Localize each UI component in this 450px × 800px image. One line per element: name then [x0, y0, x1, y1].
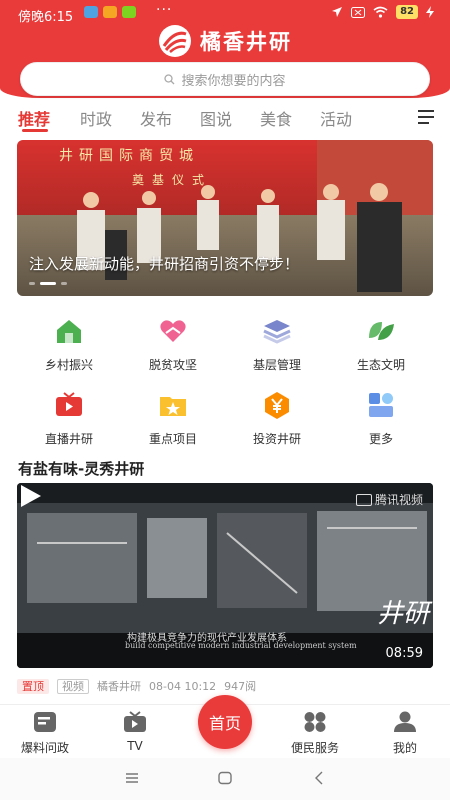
banner-carousel[interactable]: 井研国际商贸城 奠基仪式 注入发展新动能，井研招商引资不停步！	[17, 140, 433, 296]
pinned-badge: 置顶	[17, 678, 49, 694]
system-status: 82	[331, 5, 434, 19]
tv-icon	[56, 392, 82, 416]
layers-icon	[263, 320, 291, 344]
banner-caption: 注入发展新动能，井研招商引资不停步！	[29, 255, 300, 273]
play-icon[interactable]	[17, 483, 43, 509]
app-header: 傍晚6:15 ··· 82 橘香井研 搜索你想要的内容	[0, 0, 450, 98]
system-nav-bar	[0, 758, 450, 800]
back-icon[interactable]	[312, 770, 328, 786]
video-subtitle-en: build competitive modern industrial deve…	[125, 641, 357, 650]
video-player[interactable]: 腾讯视频 井研 构建极具竞争力的现代产业发展体系 build competiti…	[17, 483, 433, 668]
recents-icon[interactable]	[124, 770, 140, 786]
nav-tv[interactable]: TV	[100, 711, 170, 753]
tab-pictures[interactable]: 图说	[200, 106, 232, 130]
tab-release[interactable]: 发布	[140, 106, 172, 130]
article-views: 947阅	[224, 680, 257, 693]
article-source: 橘香井研	[97, 680, 141, 693]
grid-item-more[interactable]: 更多	[329, 390, 433, 447]
video-duration: 08:59	[385, 646, 423, 661]
location-icon	[332, 7, 343, 17]
star-folder-icon	[160, 397, 186, 416]
banner-sign-text: 井研国际商贸城	[59, 148, 199, 164]
active-tab-indicator	[22, 129, 48, 132]
brand: 橘香井研	[0, 24, 450, 58]
banner-indicator	[29, 282, 67, 285]
grid-item-management[interactable]: 基层管理	[225, 316, 329, 373]
home-icon[interactable]	[217, 770, 233, 786]
nav-profile[interactable]: 我的	[370, 711, 440, 756]
article-meta: 置顶 视频 橘香井研 08-04 10:12 947阅	[17, 678, 256, 694]
video-seal: 井研	[377, 599, 430, 629]
video-badge: 视频	[57, 678, 89, 694]
category-tabs: 推荐 时政 发布 图说 美食 活动	[0, 102, 450, 134]
heart-hands-icon	[160, 320, 186, 342]
grid-item-rural[interactable]: 乡村振兴	[17, 316, 121, 373]
charging-icon	[426, 6, 434, 18]
wifi-icon	[373, 6, 388, 18]
banner-sign-text2: 奠基仪式	[132, 172, 212, 187]
mute-icon	[351, 6, 366, 18]
grid-item-invest[interactable]: 投资井研	[225, 390, 329, 447]
status-bar: 傍晚6:15 ··· 82	[0, 0, 450, 26]
tab-food[interactable]: 美食	[260, 106, 292, 130]
nav-services[interactable]: 便民服务	[280, 711, 350, 756]
search-placeholder: 搜索你想要的内容	[181, 73, 286, 89]
tab-activities[interactable]: 活动	[320, 106, 352, 130]
search-icon	[164, 73, 175, 84]
battery-icon: 82	[396, 5, 418, 19]
bottom-nav: 爆料问政 TV 首页 便民服务 我的	[0, 695, 450, 758]
search-input[interactable]: 搜索你想要的内容	[20, 62, 430, 96]
grid-item-poverty[interactable]: 脱贫攻坚	[121, 316, 225, 373]
menu-icon[interactable]	[418, 110, 434, 128]
grid-icon	[304, 712, 326, 732]
nav-report[interactable]: 爆料问政	[10, 711, 80, 756]
telegram-icon	[84, 6, 98, 18]
article-datetime: 08-04 10:12	[149, 679, 217, 693]
grid-item-projects[interactable]: 重点项目	[121, 390, 225, 447]
more-notifications-icon: ···	[156, 2, 173, 18]
leaves-icon	[369, 322, 394, 340]
section-title: 有盐有味-灵秀井研	[18, 460, 145, 478]
nav-home[interactable]: 首页	[198, 695, 252, 749]
report-icon	[34, 712, 56, 732]
chat-notification-icon	[122, 6, 136, 18]
tab-politics[interactable]: 时政	[80, 106, 112, 130]
user-icon	[394, 711, 416, 732]
grid-item-live[interactable]: 直播井研	[17, 390, 121, 447]
brand-logo-icon	[159, 25, 191, 57]
app-name: 橘香井研	[200, 30, 292, 54]
yuan-icon	[265, 392, 289, 419]
tv-icon	[124, 711, 146, 732]
feature-grid: 乡村振兴 脱贫攻坚 基层管理 生态文明 直播井研 重点项目 投资井研 更多	[0, 310, 450, 450]
status-time: 傍晚6:15	[18, 10, 74, 25]
house-icon	[57, 320, 81, 343]
grid-item-ecology[interactable]: 生态文明	[329, 316, 433, 373]
more-icon	[369, 393, 393, 417]
tab-recommend[interactable]: 推荐	[18, 106, 50, 130]
notification-icons	[84, 6, 136, 18]
watermark: 腾讯视频	[355, 491, 423, 508]
app-notification-icon	[103, 6, 117, 18]
